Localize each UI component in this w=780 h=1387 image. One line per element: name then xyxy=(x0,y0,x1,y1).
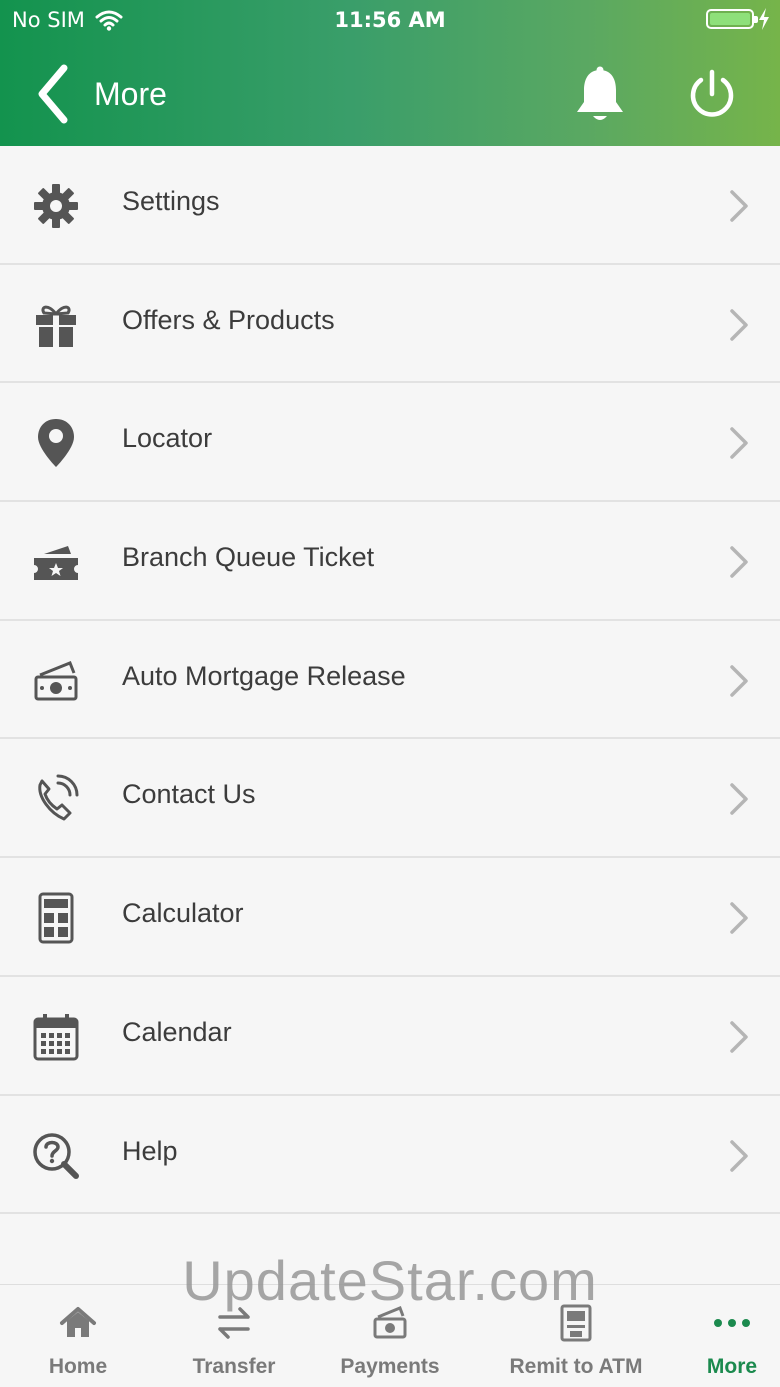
page-title: More xyxy=(94,76,167,112)
back-button[interactable] xyxy=(34,64,74,124)
calendar-icon xyxy=(33,1013,79,1061)
menu-item-label: Auto Mortgage Release xyxy=(122,660,406,691)
menu-item-label: Settings xyxy=(122,186,220,216)
notifications-bell-icon[interactable] xyxy=(572,66,628,126)
ticket-icon xyxy=(34,546,78,581)
tab-label: Home xyxy=(48,1355,108,1378)
gift-icon xyxy=(36,305,76,347)
chevron-right-icon xyxy=(730,427,748,460)
chevron-right-icon xyxy=(730,308,748,341)
atm-icon xyxy=(560,1304,592,1342)
gear-icon xyxy=(34,184,78,228)
menu-item-locator[interactable]: Locator xyxy=(0,383,780,503)
menu-item-label: Offers & Products xyxy=(122,304,335,335)
nav-bar: More xyxy=(0,56,780,136)
tab-label: Remit to ATM xyxy=(509,1355,643,1378)
status-bar: No SIM 11:56 AM xyxy=(0,0,780,40)
app-header: No SIM 11:56 AM More xyxy=(0,0,780,146)
menu-item-calendar[interactable]: Calendar xyxy=(0,976,780,1096)
chevron-right-icon xyxy=(730,783,748,816)
tab-label: Payments xyxy=(340,1355,440,1378)
menu-item-auto-mortgage-release[interactable]: Auto Mortgage Release xyxy=(0,620,780,740)
tab-transfer[interactable]: Transfer xyxy=(156,1285,312,1387)
tab-remit-to-atm[interactable]: Remit to ATM xyxy=(468,1285,684,1387)
menu-item-label: Calculator xyxy=(122,898,244,929)
chevron-right-icon xyxy=(730,902,748,934)
menu-item-calculator[interactable]: Calculator xyxy=(0,858,780,977)
chevron-right-icon xyxy=(730,190,748,222)
menu-item-branch-queue-ticket[interactable]: Branch Queue Ticket xyxy=(0,502,780,621)
status-time: 11:56 AM xyxy=(334,8,446,32)
more-menu-list: Settings Offers & Products Locator Branc… xyxy=(0,146,780,1215)
more-dots-icon xyxy=(714,1319,750,1327)
bottom-tab-bar: Home Transfer Payments Remit to ATM More xyxy=(0,1284,780,1387)
location-pin-icon xyxy=(38,419,74,468)
chevron-right-icon xyxy=(730,546,748,578)
payments-icon xyxy=(373,1306,407,1339)
home-icon xyxy=(60,1307,96,1337)
menu-item-contact-us[interactable]: Contact Us xyxy=(0,739,780,859)
tab-label: More xyxy=(706,1355,758,1378)
transfer-icon xyxy=(218,1307,250,1339)
logout-power-icon[interactable] xyxy=(686,68,738,120)
menu-item-label: Branch Queue Ticket xyxy=(122,542,375,573)
menu-item-label: Calendar xyxy=(122,1016,232,1047)
chevron-right-icon xyxy=(730,1139,748,1172)
help-icon xyxy=(33,1132,79,1179)
menu-item-help[interactable]: Help xyxy=(0,1095,780,1215)
phone-icon xyxy=(38,774,79,821)
chevron-right-icon xyxy=(730,1021,748,1053)
battery-icon xyxy=(706,9,758,29)
menu-item-label: Contact Us xyxy=(122,779,256,810)
menu-item-settings[interactable]: Settings xyxy=(0,146,780,265)
tab-label: Transfer xyxy=(192,1355,276,1378)
calculator-icon xyxy=(38,892,74,944)
charging-icon xyxy=(759,8,769,30)
money-icon xyxy=(34,660,78,701)
chevron-right-icon xyxy=(730,665,748,697)
menu-item-offers-products[interactable]: Offers & Products xyxy=(0,264,780,384)
menu-item-label: Locator xyxy=(122,423,213,454)
tab-home[interactable]: Home xyxy=(0,1285,156,1387)
menu-item-label: Help xyxy=(122,1135,178,1166)
tab-payments[interactable]: Payments xyxy=(312,1285,468,1387)
tab-more[interactable]: More xyxy=(684,1285,780,1387)
